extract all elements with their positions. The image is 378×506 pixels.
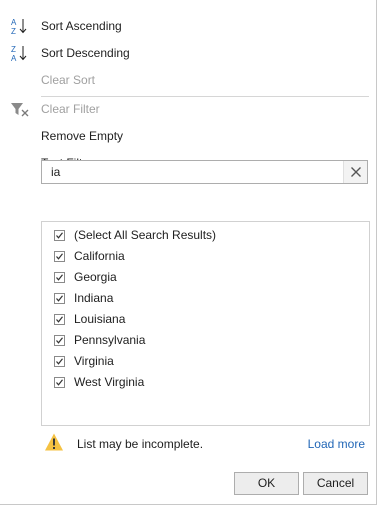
sort-ascending-icon: A Z — [11, 18, 27, 35]
load-more-link[interactable]: Load more — [308, 437, 365, 451]
checkmark-icon — [56, 274, 63, 281]
incomplete-list-warning: List may be incomplete. — [77, 437, 204, 451]
checkbox[interactable] — [54, 314, 65, 325]
checkbox[interactable] — [54, 356, 65, 367]
checkbox[interactable] — [54, 335, 65, 346]
sort-descending-icon: Z A — [11, 45, 27, 62]
svg-text:A: A — [11, 54, 17, 62]
clear-sort-item[interactable]: Clear Sort — [0, 68, 372, 92]
clear-filter-icon — [11, 103, 29, 117]
clear-filter-label: Clear Filter — [41, 102, 100, 116]
close-icon — [351, 167, 361, 177]
list-item-label: (Select All Search Results) — [74, 228, 217, 242]
remove-empty-label: Remove Empty — [41, 129, 124, 143]
sort-descending-item[interactable]: Z A Sort Descending — [0, 41, 372, 65]
list-item-label: Georgia — [74, 270, 117, 284]
list-item[interactable]: Louisiana — [42, 309, 369, 330]
clear-sort-label: Clear Sort — [41, 73, 96, 87]
list-item-label: Pennsylvania — [74, 333, 146, 347]
remove-empty-item[interactable]: Remove Empty — [0, 124, 372, 148]
cancel-button[interactable]: Cancel — [303, 472, 368, 495]
checkbox[interactable] — [54, 377, 65, 388]
svg-text:Z: Z — [11, 45, 16, 54]
checkbox[interactable] — [54, 293, 65, 304]
svg-text:A: A — [11, 18, 17, 27]
svg-text:Z: Z — [11, 27, 16, 35]
checkbox[interactable] — [54, 251, 65, 262]
search-box — [41, 160, 368, 184]
list-item-label: California — [74, 249, 125, 263]
list-item[interactable]: Pennsylvania — [42, 330, 369, 351]
list-item-select-all[interactable]: (Select All Search Results) — [42, 225, 369, 246]
list-item-label: Virginia — [74, 354, 114, 368]
ok-button[interactable]: OK — [234, 472, 299, 495]
list-item-label: Louisiana — [74, 312, 126, 326]
sort-ascending-label: Sort Ascending — [41, 19, 122, 33]
checkmark-icon — [56, 232, 63, 239]
list-item[interactable]: West Virginia — [42, 372, 369, 393]
search-input[interactable] — [42, 161, 346, 183]
checkmark-icon — [56, 295, 63, 302]
checkmark-icon — [56, 358, 63, 365]
list-item[interactable]: Georgia — [42, 267, 369, 288]
sort-descending-label: Sort Descending — [41, 46, 130, 60]
list-item[interactable]: Indiana — [42, 288, 369, 309]
list-item-label: Indiana — [74, 291, 114, 305]
clear-filter-item[interactable]: Clear Filter — [0, 97, 372, 121]
clear-search-button[interactable] — [343, 161, 367, 183]
filter-dropdown-panel: A Z Sort Ascending Z A Sort Descending C… — [0, 0, 377, 505]
list-item[interactable]: Virginia — [42, 351, 369, 372]
checkbox[interactable] — [54, 230, 65, 241]
checkmark-icon — [56, 253, 63, 260]
warning-icon — [45, 433, 63, 451]
checkbox[interactable] — [54, 272, 65, 283]
sort-ascending-item[interactable]: A Z Sort Ascending — [0, 14, 372, 38]
checkmark-icon — [56, 316, 63, 323]
list-item[interactable]: California — [42, 246, 369, 267]
checkmark-icon — [56, 379, 63, 386]
checkmark-icon — [56, 337, 63, 344]
list-item-label: West Virginia — [74, 375, 145, 389]
values-list[interactable]: (Select All Search Results) California G… — [41, 221, 370, 426]
